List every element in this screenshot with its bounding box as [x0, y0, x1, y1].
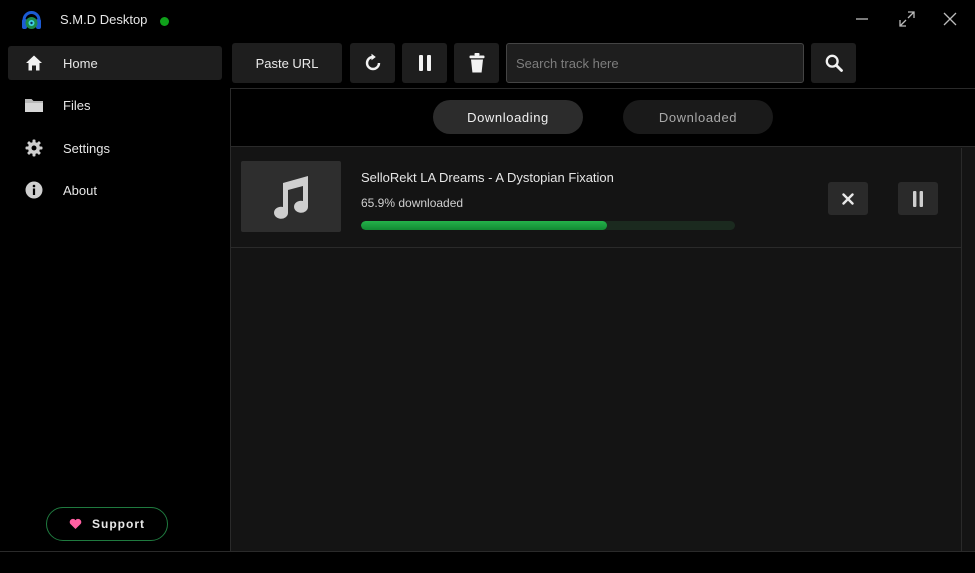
sidebar: Home Files Settings About Support	[0, 40, 230, 551]
pause-icon	[418, 55, 431, 71]
refresh-button[interactable]	[350, 43, 395, 83]
paste-url-button[interactable]: Paste URL	[232, 43, 342, 83]
close-icon	[842, 192, 854, 205]
connection-status-dot	[160, 17, 169, 26]
pause-download-button[interactable]	[898, 182, 938, 215]
download-item: SelloRekt LA Dreams - A Dystopian Fixati…	[231, 148, 961, 248]
download-progress-fill	[361, 221, 608, 230]
maximize-icon	[899, 11, 915, 27]
tab-downloading-label: Downloading	[467, 109, 549, 125]
paste-url-label: Paste URL	[255, 55, 319, 71]
home-icon	[24, 53, 44, 73]
track-thumbnail	[241, 161, 341, 232]
support-label: Support	[92, 517, 145, 531]
search-icon	[825, 54, 843, 72]
sidebar-item-files[interactable]: Files	[8, 88, 222, 122]
close-button[interactable]	[938, 8, 962, 30]
sidebar-item-label: Home	[63, 55, 98, 71]
maximize-button[interactable]	[895, 8, 919, 30]
music-note-icon	[274, 175, 308, 219]
download-tabs: Downloading Downloaded	[231, 88, 975, 147]
download-status: 65.9% downloaded	[361, 196, 464, 210]
sidebar-item-label: Files	[63, 97, 91, 113]
tab-downloaded-label: Downloaded	[658, 109, 738, 125]
info-icon	[24, 180, 44, 200]
status-bar	[0, 551, 975, 573]
sidebar-item-label: Settings	[63, 140, 110, 156]
title-bar[interactable]: S.M.D Desktop	[0, 0, 975, 40]
scrollbar[interactable]	[961, 148, 975, 551]
app-title: S.M.D Desktop	[60, 12, 148, 27]
heart-icon	[69, 518, 82, 529]
download-panel: Downloading Downloaded SelloRekt LA Drea…	[230, 88, 975, 551]
app-logo-icon	[22, 11, 41, 29]
app-window: S.M.D Desktop Home Files Settings About …	[0, 0, 975, 573]
minimize-icon	[856, 18, 868, 20]
folder-icon	[24, 95, 44, 115]
minimize-button[interactable]	[850, 8, 874, 30]
tab-downloading[interactable]: Downloading	[433, 100, 583, 134]
track-title: SelloRekt LA Dreams - A Dystopian Fixati…	[361, 170, 614, 185]
pause-icon	[913, 190, 923, 207]
sidebar-item-home[interactable]: Home	[8, 46, 222, 80]
gear-icon	[24, 138, 44, 158]
refresh-icon	[365, 53, 380, 71]
close-icon	[943, 12, 957, 26]
search-button[interactable]	[811, 43, 856, 83]
support-button[interactable]: Support	[46, 507, 168, 541]
tab-downloaded[interactable]: Downloaded	[623, 100, 773, 134]
sidebar-item-label: About	[63, 182, 97, 198]
pause-all-button[interactable]	[402, 43, 447, 83]
clear-all-button[interactable]	[454, 43, 499, 83]
trash-icon	[469, 53, 484, 73]
download-progress-bar	[361, 221, 735, 230]
sidebar-item-settings[interactable]: Settings	[8, 131, 222, 165]
sidebar-item-about[interactable]: About	[8, 173, 222, 207]
search-input[interactable]	[506, 43, 804, 83]
cancel-download-button[interactable]	[828, 182, 868, 215]
